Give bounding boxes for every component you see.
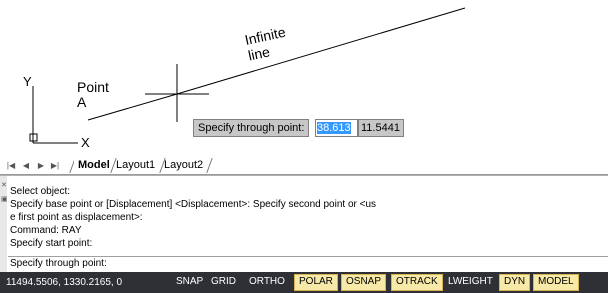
snap-toggle[interactable]: SNAP bbox=[172, 274, 207, 289]
dynamic-input-distance-value[interactable]: 38.613 bbox=[317, 122, 351, 134]
rubber-band-line bbox=[87, 93, 178, 121]
command-history-line: Select object: bbox=[10, 186, 71, 197]
command-history-line: Specify start point: bbox=[10, 238, 93, 249]
command-history: Select object: Specify base point or [Dis… bbox=[10, 185, 600, 250]
coordinate-readout[interactable]: 11494.5506, 1330.2165, 0 bbox=[6, 272, 122, 293]
ortho-toggle[interactable]: ORTHO bbox=[245, 274, 289, 289]
point-label-letter: A bbox=[77, 94, 87, 110]
tab-nav-next-button[interactable]: ▶ bbox=[36, 159, 46, 172]
polar-toggle[interactable]: POLAR bbox=[294, 274, 338, 291]
close-icon[interactable]: ✕ bbox=[1, 181, 7, 189]
model-toggle[interactable]: MODEL bbox=[533, 274, 579, 291]
command-history-line: Specify base point or [Displacement] <Di… bbox=[10, 199, 377, 210]
tab-model[interactable]: Model bbox=[74, 158, 114, 173]
command-window-grip[interactable]: ✕ ▣ bbox=[0, 176, 8, 273]
point-label: Point bbox=[77, 79, 109, 95]
lweight-toggle[interactable]: LWEIGHT bbox=[444, 274, 497, 289]
grid-toggle[interactable]: GRID bbox=[207, 274, 240, 289]
tab-nav-first-button[interactable]: |◀ bbox=[6, 159, 16, 172]
infinite-line[interactable] bbox=[176, 7, 466, 95]
layout-tab-bar: |◀ ◀ ▶ ▶| Model Layout1 Layout2 bbox=[0, 157, 608, 175]
properties-icon[interactable]: ▣ bbox=[1, 195, 8, 203]
tab-nav-prev-button[interactable]: ◀ bbox=[21, 159, 31, 172]
dynamic-input-prompt: Specify through point: bbox=[193, 119, 310, 137]
dynamic-input-distance[interactable]: 38.613 bbox=[315, 119, 358, 137]
command-input[interactable]: Specify through point: bbox=[8, 256, 608, 271]
tab-layout1[interactable]: Layout1 bbox=[112, 158, 159, 173]
osnap-toggle[interactable]: OSNAP bbox=[341, 274, 387, 291]
status-bar: 11494.5506, 1330.2165, 0 SNAP GRID ORTHO… bbox=[0, 272, 608, 293]
dyn-toggle[interactable]: DYN bbox=[499, 274, 531, 291]
tab-nav-last-button[interactable]: ▶| bbox=[50, 159, 60, 172]
ucs-y-label: Y bbox=[23, 74, 32, 89]
command-history-line: Command: RAY bbox=[10, 225, 82, 236]
dynamic-input-angle[interactable]: 11.5441 bbox=[358, 119, 404, 137]
command-window: ✕ ▣ Select object: Specify base point or … bbox=[0, 175, 608, 273]
command-history-line: e first point as displacement>: bbox=[10, 212, 143, 223]
tab-layout2[interactable]: Layout2 bbox=[160, 158, 207, 173]
otrack-toggle[interactable]: OTRACK bbox=[391, 274, 443, 291]
ucs-x-label: X bbox=[81, 135, 90, 150]
line-label-second: line bbox=[247, 43, 272, 63]
